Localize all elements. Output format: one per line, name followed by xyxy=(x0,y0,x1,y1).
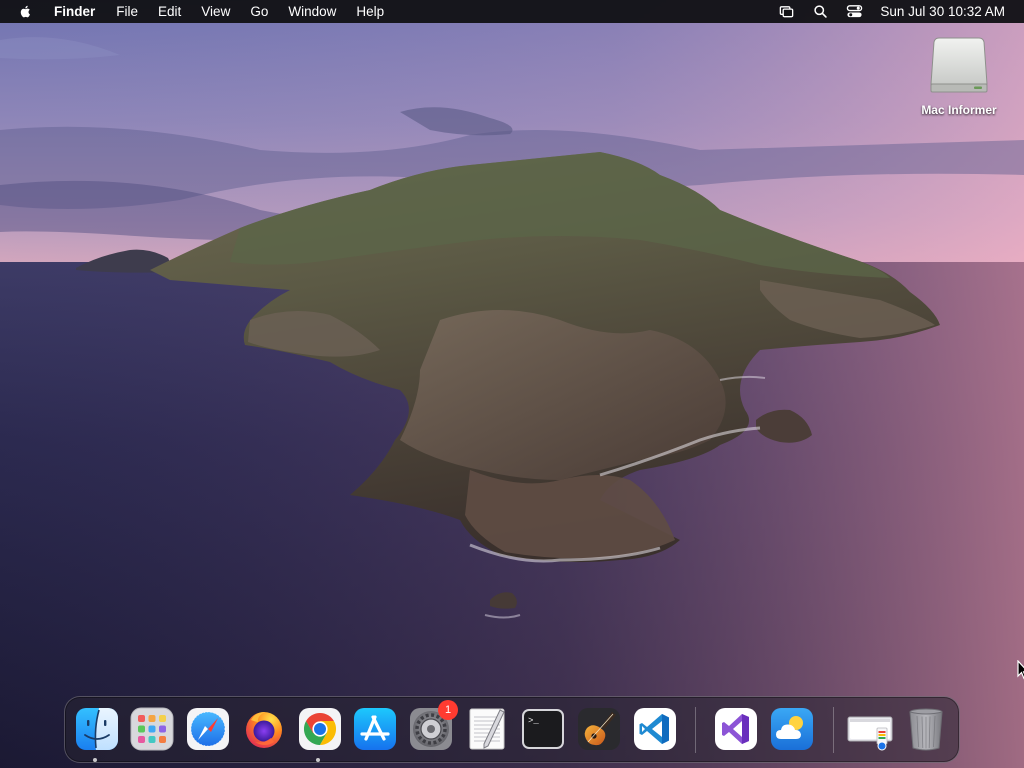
finder-icon xyxy=(76,708,118,750)
dock-launchpad[interactable] xyxy=(129,706,175,752)
textedit-icon xyxy=(469,708,505,750)
control-center-icon[interactable] xyxy=(845,3,863,21)
menu-bar-left: Finder File Edit View Go Window Help xyxy=(0,0,394,23)
dock: 1 >_ xyxy=(64,696,960,763)
apple-logo-icon[interactable] xyxy=(18,4,34,20)
safari-icon xyxy=(187,708,229,750)
dock-system-preferences[interactable]: 1 xyxy=(408,700,458,752)
app-store-icon xyxy=(354,708,396,750)
vscode-icon xyxy=(634,708,676,750)
dock-finder[interactable] xyxy=(74,706,120,752)
firefox-icon xyxy=(246,712,282,748)
menu-go[interactable]: Go xyxy=(240,0,278,23)
dock-vscode[interactable] xyxy=(632,706,678,752)
menu-bar-right: Sun Jul 30 10:32 AM xyxy=(761,0,1024,23)
dock-garageband[interactable] xyxy=(576,706,622,752)
downloads-stack-icon xyxy=(847,716,893,751)
dock-terminal[interactable]: >_ xyxy=(520,706,566,752)
dock-separator xyxy=(695,707,696,753)
chrome-running-indicator xyxy=(316,758,320,762)
notification-badge: 1 xyxy=(438,700,458,720)
dock-downloads-stack[interactable] xyxy=(847,706,893,752)
weather-icon xyxy=(771,708,813,750)
menu-view[interactable]: View xyxy=(191,0,240,23)
menu-bar: Finder File Edit View Go Window Help Sun… xyxy=(0,0,1024,23)
launchpad-icon xyxy=(130,707,174,751)
dock-trash[interactable] xyxy=(903,706,949,752)
dock-textedit[interactable] xyxy=(464,706,510,752)
terminal-prompt: >_ xyxy=(528,716,539,726)
desktop-wallpaper xyxy=(0,0,1024,768)
dock-chrome[interactable] xyxy=(297,706,343,752)
chrome-icon xyxy=(299,708,341,750)
dock-weather[interactable] xyxy=(769,706,815,752)
menu-file[interactable]: File xyxy=(106,0,148,23)
dock-firefox[interactable] xyxy=(241,706,287,752)
dock-safari[interactable] xyxy=(185,706,231,752)
finder-running-indicator xyxy=(93,758,97,762)
desktop-item-label: Mac Informer xyxy=(921,103,997,117)
menu-edit[interactable]: Edit xyxy=(148,0,191,23)
dock-visual-studio[interactable] xyxy=(713,706,759,752)
screen-mirroring-icon[interactable] xyxy=(777,3,795,21)
external-drive-icon xyxy=(930,37,988,93)
menu-bar-clock[interactable]: Sun Jul 30 10:32 AM xyxy=(880,4,1005,19)
trash-icon xyxy=(909,708,943,751)
menu-window[interactable]: Window xyxy=(278,0,346,23)
desktop-screen: Finder File Edit View Go Window Help Sun… xyxy=(0,0,1024,768)
dock-app-store[interactable] xyxy=(352,706,398,752)
garageband-icon xyxy=(578,708,620,750)
menu-help[interactable]: Help xyxy=(346,0,394,23)
terminal-icon: >_ xyxy=(522,709,564,749)
spotlight-search-icon[interactable] xyxy=(811,3,829,21)
desktop-item-mac-informer[interactable]: Mac Informer xyxy=(914,34,1004,117)
visual-studio-icon xyxy=(715,708,757,750)
mouse-pointer-icon xyxy=(1017,660,1024,680)
dock-separator-2 xyxy=(833,707,834,753)
menu-app-name[interactable]: Finder xyxy=(48,0,106,23)
